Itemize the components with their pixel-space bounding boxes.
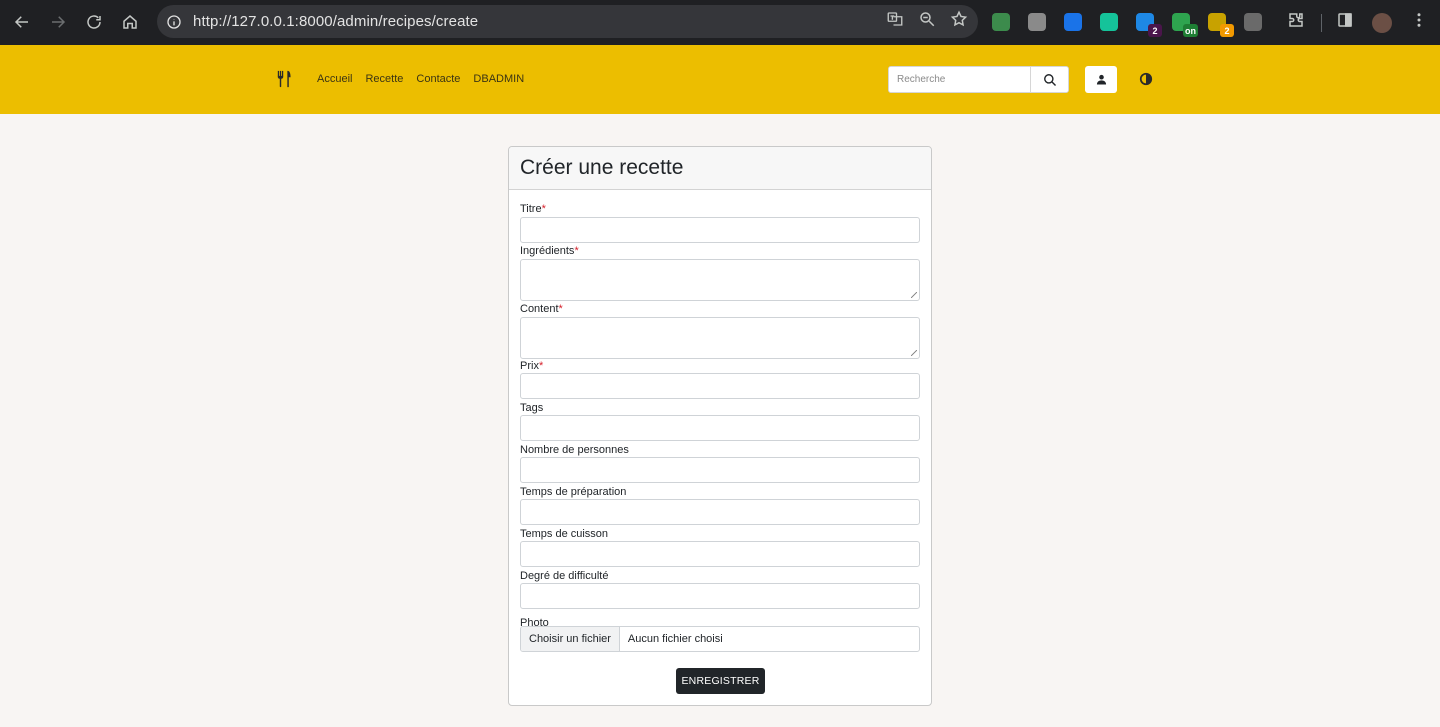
target-extension-icon[interactable]: [1064, 13, 1082, 31]
translate-icon[interactable]: [886, 10, 904, 33]
content-label: Content*: [520, 303, 563, 315]
nav-link-accueil[interactable]: Accueil: [317, 73, 352, 85]
browser-toolbar: http://127.0.0.1:8000/admin/recipes/crea…: [0, 0, 1440, 45]
degre-de-difficulte-label: Degré de difficulté: [520, 570, 608, 582]
tags-label: Tags: [520, 402, 543, 414]
prix-label: Prix*: [520, 360, 543, 372]
required-asterisk: *: [558, 303, 563, 315]
label-text: Temps de cuisson: [520, 528, 609, 540]
address-bar[interactable]: http://127.0.0.1:8000/admin/recipes/crea…: [157, 5, 978, 38]
prix-input[interactable]: [520, 373, 920, 399]
ingredients-label: Ingrédients*: [520, 245, 579, 257]
extension-badge: 2: [1148, 24, 1162, 37]
label-text: Temps de préparation: [520, 486, 627, 498]
temps-de-cuisson-label: Temps de cuisson: [520, 528, 608, 540]
theme-toggle-icon[interactable]: [1139, 72, 1153, 86]
toolbar-divider: [1321, 13, 1322, 32]
nombre-de-personnes-input[interactable]: [520, 457, 920, 483]
required-asterisk: *: [574, 245, 579, 257]
more-menu-icon[interactable]: [1410, 11, 1428, 34]
reload-icon[interactable]: [76, 4, 112, 40]
grammarly-icon[interactable]: [1100, 13, 1118, 31]
ingredients-textarea[interactable]: [520, 259, 920, 301]
nav-link-recette[interactable]: Recette: [365, 73, 403, 85]
temps-de-preparation-label: Temps de préparation: [520, 486, 626, 498]
profile-avatar[interactable]: [1372, 12, 1392, 33]
degre-de-difficulte-input[interactable]: [520, 583, 920, 609]
page-title: Créer une recette: [520, 156, 684, 179]
url-text[interactable]: http://127.0.0.1:8000/admin/recipes/crea…: [193, 13, 478, 30]
temps-de-cuisson-input[interactable]: [520, 541, 920, 567]
label-text: Titre: [520, 203, 542, 215]
temps-de-preparation-input[interactable]: [520, 499, 920, 525]
titre-input[interactable]: [520, 217, 920, 243]
label-text: Degré de difficulté: [520, 570, 609, 582]
label-text: Prix: [520, 360, 539, 372]
label-text: Tags: [520, 402, 544, 414]
required-asterisk: *: [541, 203, 546, 215]
submit-button[interactable]: ENREGISTRER: [676, 668, 765, 694]
reader-extension-icon[interactable]: [1028, 13, 1046, 31]
site-navbar: Accueil Recette Contacte DBADMIN: [0, 45, 1440, 114]
required-asterisk: *: [538, 360, 544, 372]
file-status-text: Aucun fichier choisi: [627, 633, 723, 645]
main-menu: Accueil Recette Contacte DBADMIN: [317, 73, 537, 85]
chat-extension-icon[interactable]: 2: [1136, 13, 1162, 37]
home-icon[interactable]: [112, 4, 148, 40]
toggle-extension-icon[interactable]: on: [1172, 13, 1198, 37]
settings-extension-icon[interactable]: [1244, 13, 1262, 31]
extensions-bar: 2 on 2: [992, 8, 1280, 37]
titre-label: Titre*: [520, 203, 546, 215]
choose-file-button[interactable]: Choisir un fichier: [521, 627, 620, 651]
search-form: [888, 66, 1069, 93]
create-recipe-card: Créer une recette Photo Choisir un fichi…: [508, 146, 932, 706]
tags-input[interactable]: [520, 415, 920, 441]
search-button[interactable]: [1030, 67, 1068, 92]
card-header: Créer une recette: [509, 147, 931, 190]
nav-link-contacte[interactable]: Contacte: [416, 73, 460, 85]
extension-badge: on: [1183, 24, 1198, 37]
photo-file-input[interactable]: Choisir un fichier Aucun fichier choisi: [520, 626, 920, 652]
browser-menu-area: [1287, 0, 1440, 45]
content-textarea[interactable]: [520, 317, 920, 359]
zoom-icon[interactable]: [918, 10, 936, 33]
side-panel-icon[interactable]: [1336, 11, 1354, 34]
extensions-puzzle-icon[interactable]: [1287, 11, 1305, 34]
label-text: Nombre de personnes: [520, 444, 629, 456]
back-icon[interactable]: [4, 4, 40, 40]
label-text: Content: [520, 303, 559, 315]
mail-extension-icon[interactable]: [992, 13, 1010, 31]
forward-icon[interactable]: [40, 4, 76, 40]
search-icon: [1043, 73, 1056, 86]
search-input[interactable]: [889, 67, 1030, 92]
user-icon: [1096, 74, 1106, 85]
weather-extension-icon[interactable]: 2: [1208, 13, 1234, 37]
extension-badge: 2: [1220, 24, 1234, 37]
site-info-icon[interactable]: [157, 5, 191, 38]
fork-knife-logo-icon[interactable]: [276, 70, 296, 90]
nav-link-dbadmin[interactable]: DBADMIN: [473, 73, 524, 85]
label-text: Ingrédients: [520, 245, 575, 257]
nombre-de-personnes-label: Nombre de personnes: [520, 444, 629, 456]
user-account-button[interactable]: [1085, 66, 1117, 93]
bookmark-star-icon[interactable]: [950, 10, 968, 33]
